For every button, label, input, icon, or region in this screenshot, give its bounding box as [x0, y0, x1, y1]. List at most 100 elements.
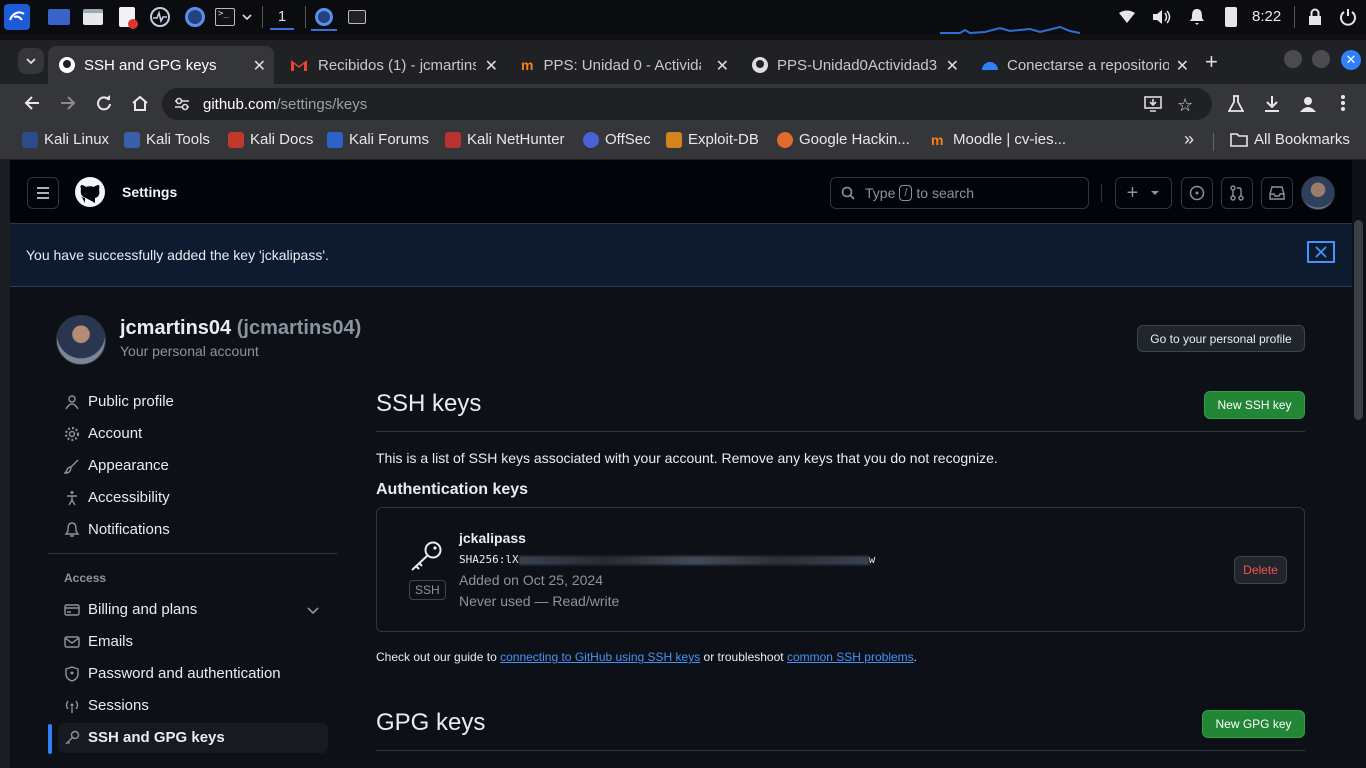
system-monitor-icon[interactable]	[148, 5, 172, 29]
sidebar-item-public-profile[interactable]: Public profile	[58, 387, 328, 417]
volume-icon[interactable]	[1150, 5, 1174, 29]
close-tab-icon[interactable]: ✕	[716, 56, 729, 76]
tab-ssh-gpg-keys[interactable]: SSH and GPG keys ✕	[48, 46, 274, 84]
terminal-window-icon[interactable]	[345, 5, 369, 29]
ssh-guide-text: Check out our guide to connecting to Git…	[376, 650, 918, 664]
more-bookmarks-chevron-icon[interactable]: »	[1184, 129, 1194, 150]
all-bookmarks-folder[interactable]: All Bookmarks	[1230, 131, 1350, 148]
url-text: github.com/settings/keys	[203, 96, 367, 113]
chevron-down-icon	[307, 607, 319, 614]
tab-title: Recibidos (1) - jcmartins	[318, 56, 476, 74]
clock[interactable]: 8:22	[1252, 8, 1281, 25]
url-host: github.com	[203, 96, 277, 113]
download-icon[interactable]	[1263, 95, 1281, 113]
file-manager-icon[interactable]	[81, 5, 105, 29]
sidebar-item-appearance[interactable]: Appearance	[58, 451, 328, 481]
kali-menu-icon[interactable]	[4, 4, 30, 30]
avatar[interactable]	[1301, 176, 1335, 210]
scrollbar-thumb[interactable]	[1354, 220, 1363, 420]
tab-title: Conectarse a repositorio	[1007, 56, 1169, 74]
minimize-window-button[interactable]	[1284, 50, 1302, 68]
scrollbar-track[interactable]	[1352, 160, 1366, 768]
bookmark-star-icon[interactable]: ☆	[1177, 95, 1193, 116]
reload-icon[interactable]	[96, 95, 112, 111]
desktop-icon[interactable]	[47, 5, 71, 29]
tab-docs[interactable]: Conectarse a repositorio ✕	[971, 46, 1197, 84]
ghdb-icon	[777, 131, 793, 148]
back-arrow-icon[interactable]	[24, 95, 40, 111]
close-tab-icon[interactable]: ✕	[253, 56, 266, 76]
maximize-window-button[interactable]	[1312, 50, 1330, 68]
bookmark-kali-forums[interactable]: Kali Forums	[327, 131, 429, 148]
chevron-down-icon[interactable]	[238, 5, 256, 29]
sidebar-item-sessions[interactable]: Sessions	[58, 691, 328, 721]
github-logo-icon[interactable]	[74, 176, 106, 208]
user-handle: (jcmartins04)	[236, 317, 362, 339]
bookmark-offsec[interactable]: OffSec	[583, 131, 651, 148]
new-gpg-key-button[interactable]: New GPG key	[1202, 710, 1305, 738]
wifi-icon[interactable]	[1115, 5, 1139, 29]
bookmark-kali-docs[interactable]: Kali Docs	[228, 131, 313, 148]
delete-key-button[interactable]: Delete	[1234, 556, 1287, 584]
close-tab-icon[interactable]: ✕	[485, 56, 498, 76]
new-ssh-key-button[interactable]: New SSH key	[1204, 391, 1305, 419]
tab-moodle[interactable]: m PPS: Unidad 0 - Actividad ✕	[511, 46, 737, 84]
home-icon[interactable]	[131, 95, 149, 111]
forward-arrow-icon[interactable]	[60, 95, 76, 111]
ssh-divider	[376, 431, 1305, 432]
sidebar-item-billing[interactable]: Billing and plans	[58, 595, 328, 625]
lock-icon[interactable]	[1303, 5, 1327, 29]
ssh-problems-link[interactable]: common SSH problems	[787, 650, 914, 664]
chromium-icon[interactable]	[183, 5, 207, 29]
chromium-window-icon[interactable]	[311, 4, 337, 31]
offsec-icon	[583, 131, 599, 148]
sidebar-item-ssh-gpg-keys[interactable]: SSH and GPG keys	[58, 723, 328, 753]
terminal-icon[interactable]: >_	[213, 5, 237, 29]
bookmark-moodle[interactable]: m Moodle | cv-ies...	[931, 131, 1066, 148]
tab-repository[interactable]: PPS-Unidad0Actividad3 ✕	[741, 46, 967, 84]
close-flash-button[interactable]	[1307, 241, 1335, 263]
labs-flask-icon[interactable]	[1228, 95, 1244, 113]
bookmark-google-hacking[interactable]: Google Hackin...	[777, 131, 910, 148]
pull-requests-button[interactable]	[1221, 177, 1253, 209]
power-icon[interactable]	[1336, 5, 1360, 29]
sidebar-item-notifications[interactable]: Notifications	[58, 515, 328, 545]
close-tab-icon[interactable]: ✕	[1176, 56, 1189, 76]
bookmark-kali-linux[interactable]: Kali Linux	[22, 131, 109, 148]
bookmark-exploit-db[interactable]: Exploit-DB	[666, 131, 759, 148]
notification-bell-icon[interactable]	[1185, 5, 1209, 29]
issues-button[interactable]	[1181, 177, 1213, 209]
ssh-guide-link[interactable]: connecting to GitHub using SSH keys	[500, 650, 700, 664]
sidebar-item-emails[interactable]: Emails	[58, 627, 328, 657]
go-to-profile-button[interactable]: Go to your personal profile	[1137, 325, 1305, 352]
tab-search-button[interactable]	[18, 48, 44, 74]
tab-gmail[interactable]: Recibidos (1) - jcmartins ✕	[280, 46, 506, 84]
search-input[interactable]: Type / to search	[830, 177, 1089, 209]
site-settings-icon[interactable]	[174, 96, 190, 112]
forums-icon	[327, 131, 343, 148]
install-app-icon[interactable]	[1144, 96, 1162, 112]
close-window-button[interactable]: ✕	[1341, 50, 1361, 70]
user-avatar[interactable]	[56, 315, 106, 365]
text-editor-icon[interactable]	[115, 5, 139, 29]
moodle-icon: m	[931, 131, 944, 148]
create-new-button[interactable]: +	[1115, 177, 1172, 209]
sidebar-item-accessibility[interactable]: Accessibility	[58, 483, 328, 513]
sidebar-item-account[interactable]: Account	[58, 419, 328, 449]
sidebar-item-password[interactable]: Password and authentication	[58, 659, 328, 689]
github-header: Settings Type / to search +	[10, 160, 1352, 224]
key-fingerprint: SHA256:lX w	[459, 553, 876, 566]
inbox-button[interactable]	[1261, 177, 1293, 209]
redacted-fingerprint	[518, 555, 869, 565]
search-icon	[841, 186, 855, 200]
address-bar[interactable]: github.com/settings/keys ☆	[162, 88, 1212, 120]
hamburger-menu-button[interactable]	[27, 177, 59, 209]
bookmark-kali-tools[interactable]: Kali Tools	[124, 131, 210, 148]
search-placeholder-type: Type	[865, 185, 896, 201]
workspace-indicator[interactable]: 1	[270, 4, 294, 30]
kebab-menu-icon[interactable]	[1340, 94, 1346, 112]
bookmark-kali-nethunter[interactable]: Kali NetHunter	[445, 131, 565, 148]
new-tab-icon[interactable]: +	[1205, 51, 1218, 73]
profile-icon[interactable]	[1299, 95, 1317, 113]
close-tab-icon[interactable]: ✕	[946, 56, 959, 76]
